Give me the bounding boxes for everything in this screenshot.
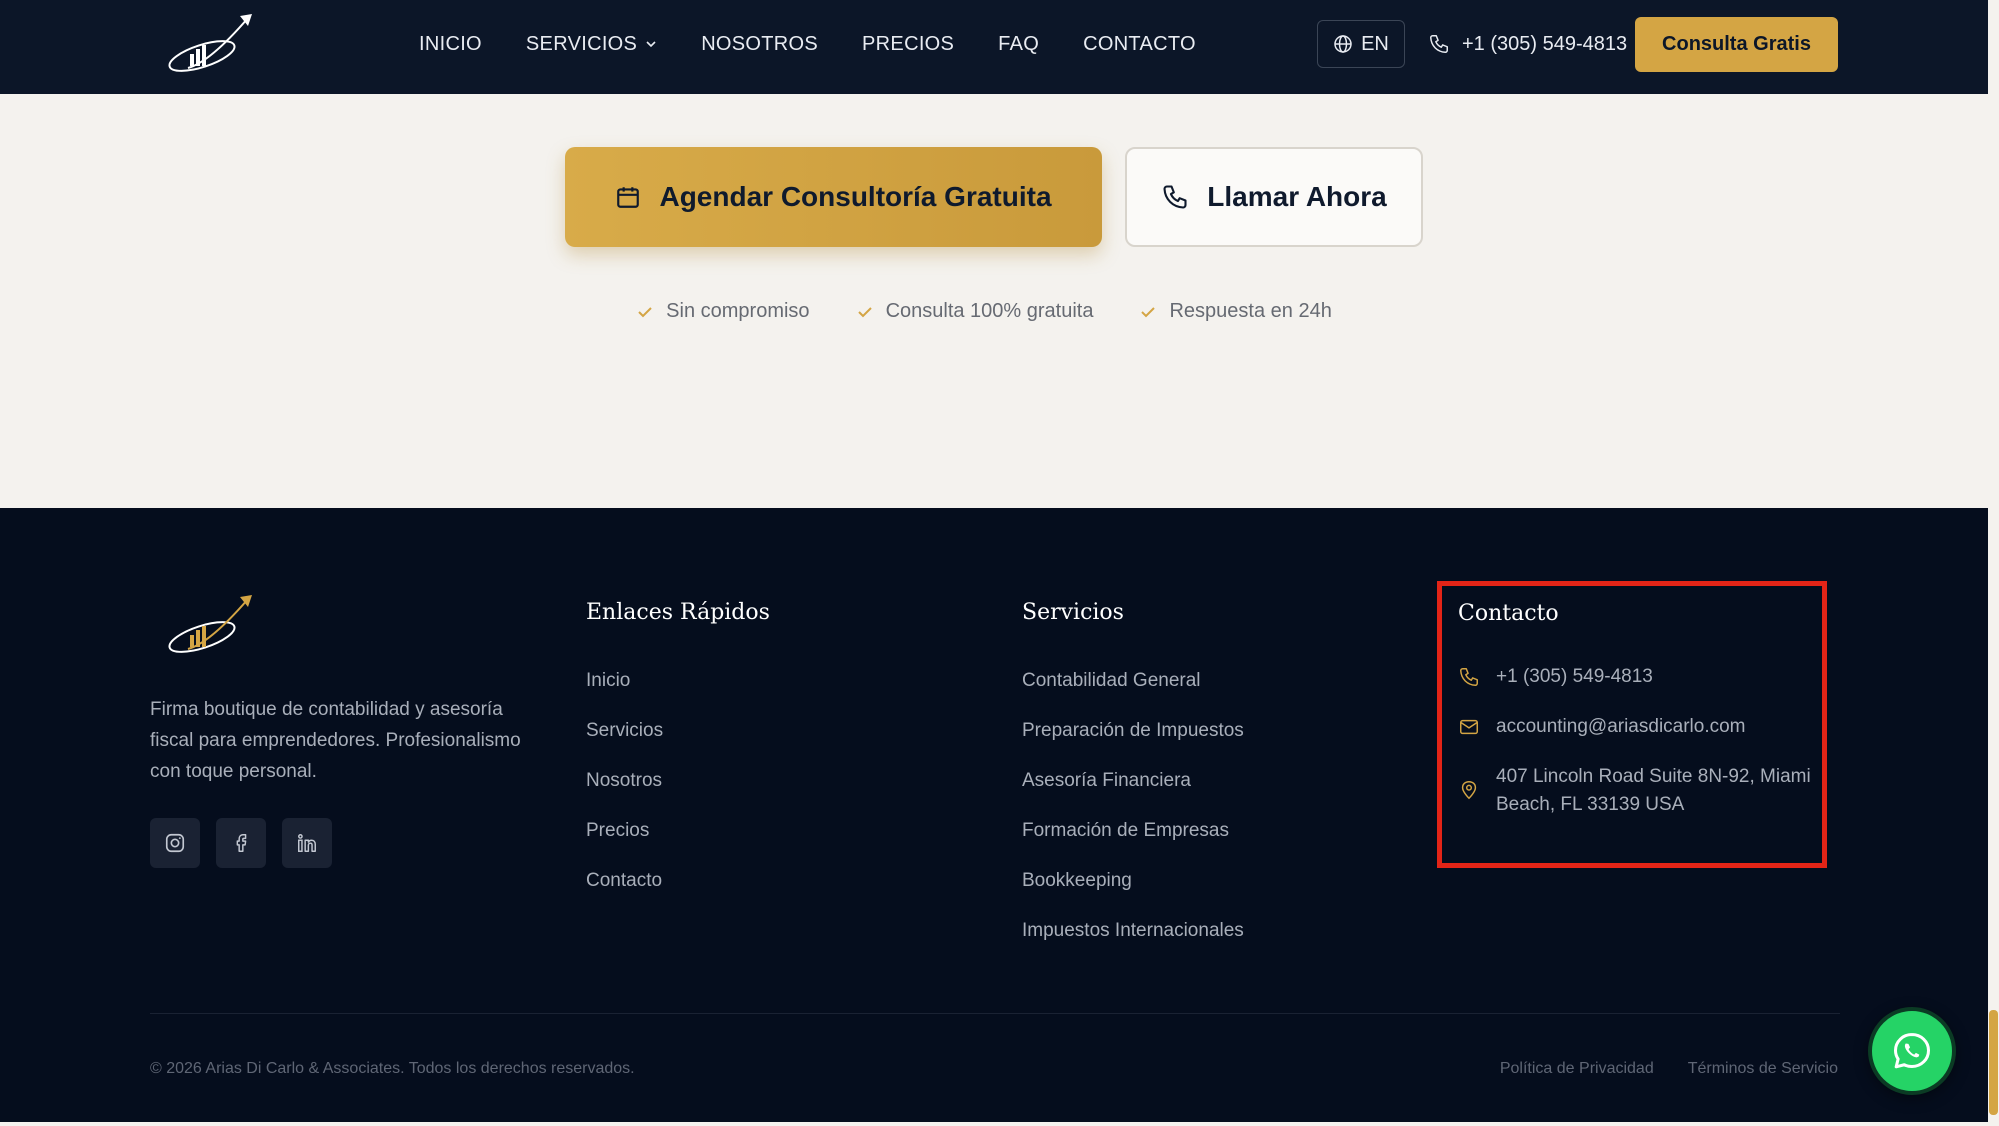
nav-label: PRECIOS xyxy=(862,32,955,55)
contact-address: 407 Lincoln Road Suite 8N-92, Miami Beac… xyxy=(1458,763,1811,819)
bottom-edge xyxy=(0,1122,1999,1126)
header-phone-label: +1 (305) 549-4813 xyxy=(1462,32,1628,55)
phone-icon xyxy=(1430,35,1448,53)
language-button[interactable]: EN xyxy=(1317,20,1405,68)
scrollbar-thumb[interactable] xyxy=(1989,1010,1998,1115)
logo-icon[interactable] xyxy=(160,12,260,78)
globe-icon xyxy=(1334,35,1352,53)
benefit-label: Consulta 100% gratuita xyxy=(885,300,1094,322)
services-title: Servicios xyxy=(1022,600,1124,625)
header-phone-link[interactable]: +1 (305) 549-4813 xyxy=(1428,20,1627,68)
address-text: 407 Lincoln Road Suite 8N-92, Miami Beac… xyxy=(1496,763,1811,819)
legal-links: Política de Privacidad Términos de Servi… xyxy=(1500,1060,1838,1078)
terms-of-service-link[interactable]: Términos de Servicio xyxy=(1688,1060,1838,1078)
mail-icon xyxy=(1460,719,1478,735)
contact-email-label: accounting@ariasdicarlo.com xyxy=(1496,716,1746,737)
nav-inicio[interactable]: INICIO xyxy=(419,33,482,56)
service-link-asesoria[interactable]: Asesoría Financiera xyxy=(1022,769,1244,819)
address-line-2: Beach, FL 33139 USA xyxy=(1496,794,1685,815)
service-link-contabilidad[interactable]: Contabilidad General xyxy=(1022,669,1244,719)
chevron-down-icon xyxy=(646,41,656,48)
benefit-label: Sin compromiso xyxy=(666,300,810,322)
quick-links-list: Inicio Servicios Nosotros Precios Contac… xyxy=(586,669,663,919)
footer-link-precios[interactable]: Precios xyxy=(586,819,663,869)
facebook-link[interactable] xyxy=(216,818,266,868)
nav-contacto[interactable]: CONTACTO xyxy=(1083,33,1196,56)
linkedin-icon xyxy=(298,834,316,852)
linkedin-link[interactable] xyxy=(282,818,332,868)
check-icon xyxy=(1141,306,1156,317)
nav-label: INICIO xyxy=(419,32,482,55)
footer-link-contacto[interactable]: Contacto xyxy=(586,869,663,919)
consulta-gratis-button[interactable]: Consulta Gratis xyxy=(1635,17,1838,72)
nav-precios[interactable]: PRECIOS xyxy=(862,33,954,56)
footer-link-nosotros[interactable]: Nosotros xyxy=(586,769,663,819)
nav-label: CONTACTO xyxy=(1083,32,1196,55)
benefit-item: Respuesta en 24h xyxy=(1139,300,1332,323)
calendar-icon xyxy=(617,187,640,208)
nav-label: NOSOTROS xyxy=(701,32,819,55)
footer-link-servicios[interactable]: Servicios xyxy=(586,719,663,769)
benefit-label: Respuesta en 24h xyxy=(1169,300,1332,322)
llamar-ahora-button[interactable]: Llamar Ahora xyxy=(1125,147,1423,247)
social-links xyxy=(150,818,332,868)
phone-icon xyxy=(1163,185,1187,209)
service-link-bookkeeping[interactable]: Bookkeeping xyxy=(1022,869,1244,919)
quick-links-title: Enlaces Rápidos xyxy=(586,600,770,625)
footer-link-inicio[interactable]: Inicio xyxy=(586,669,663,719)
site-header: INICIO SERVICIOS NOSOTROS PRECIOS FAQ CO… xyxy=(0,0,1988,94)
service-link-formacion[interactable]: Formación de Empresas xyxy=(1022,819,1244,869)
cta-benefits: Sin compromiso Consulta 100% gratuita Re… xyxy=(0,300,1988,323)
contact-email[interactable]: accounting@ariasdicarlo.com xyxy=(1458,713,1746,741)
benefit-item: Sin compromiso xyxy=(636,300,810,323)
location-pin-icon xyxy=(1461,781,1477,800)
facebook-icon xyxy=(236,834,247,852)
privacy-policy-link[interactable]: Política de Privacidad xyxy=(1500,1060,1654,1078)
footer-description: Firma boutique de contabilidad y asesorí… xyxy=(150,699,521,782)
site-footer: Firma boutique de contabilidad y asesorí… xyxy=(0,508,1988,1126)
nav-servicios[interactable]: SERVICIOS xyxy=(526,33,657,56)
scrollbar-track[interactable] xyxy=(1988,0,1999,1126)
check-icon xyxy=(638,306,652,317)
instagram-icon xyxy=(165,833,185,853)
footer-divider xyxy=(150,1013,1840,1014)
nav-label: SERVICIOS xyxy=(525,32,638,55)
contact-title: Contacto xyxy=(1458,601,1559,626)
whatsapp-button[interactable] xyxy=(1868,1007,1956,1095)
services-list: Contabilidad General Preparación de Impu… xyxy=(1022,669,1244,969)
llamar-label: Llamar Ahora xyxy=(1207,181,1387,212)
address-line-1: 407 Lincoln Road Suite 8N-92, Miami xyxy=(1496,766,1811,787)
nav-faq[interactable]: FAQ xyxy=(998,33,1039,56)
whatsapp-icon xyxy=(1893,1032,1931,1069)
nav-label: FAQ xyxy=(998,32,1040,55)
footer-logo-icon[interactable] xyxy=(160,593,260,659)
language-label: EN xyxy=(1361,32,1389,55)
agendar-consultoria-button[interactable]: Agendar Consultoría Gratuita xyxy=(565,147,1102,247)
instagram-link[interactable] xyxy=(150,818,200,868)
nav-nosotros[interactable]: NOSOTROS xyxy=(701,33,818,56)
service-link-internacionales[interactable]: Impuestos Internacionales xyxy=(1022,919,1244,969)
agendar-label: Agendar Consultoría Gratuita xyxy=(659,181,1052,212)
copyright-text: © 2026 Arias Di Carlo & Associates. Todo… xyxy=(150,1060,635,1077)
main-nav: INICIO SERVICIOS NOSOTROS PRECIOS FAQ CO… xyxy=(419,0,1240,88)
phone-icon xyxy=(1460,668,1478,686)
contact-phone-label: +1 (305) 549-4813 xyxy=(1496,666,1653,687)
service-link-impuestos[interactable]: Preparación de Impuestos xyxy=(1022,719,1244,769)
benefit-item: Consulta 100% gratuita xyxy=(856,300,1094,323)
contact-phone[interactable]: +1 (305) 549-4813 xyxy=(1458,663,1653,691)
check-icon xyxy=(857,306,872,317)
